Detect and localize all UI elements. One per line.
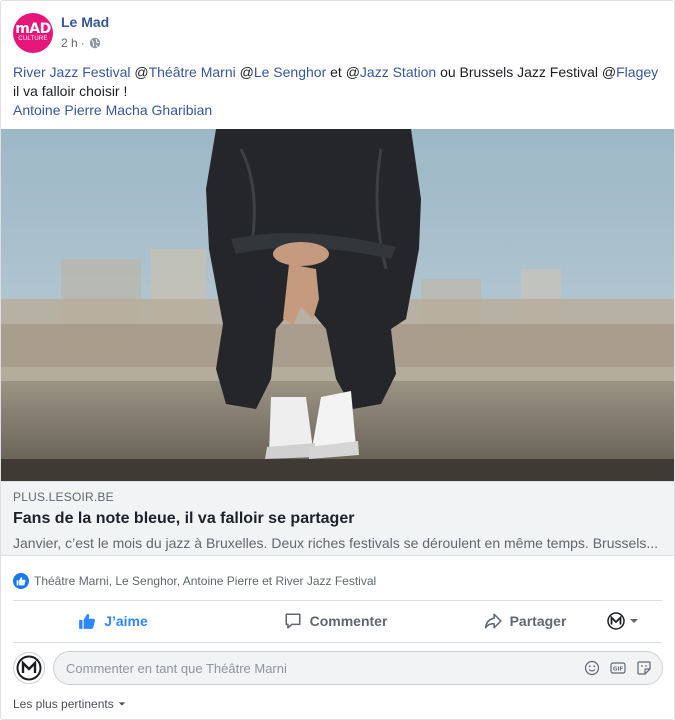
mention-link-flagey[interactable]: Flagey — [616, 64, 658, 80]
meta-separator: · — [80, 36, 85, 50]
text-segment: et @ — [326, 64, 360, 80]
profile-m-icon — [607, 612, 625, 630]
hashtag-link[interactable]: River Jazz Festival — [13, 64, 130, 80]
mention-link-theatre-marni[interactable]: Théâtre Marni — [149, 64, 236, 80]
post-image[interactable] — [1, 129, 674, 481]
commenter-avatar[interactable] — [13, 652, 45, 684]
link-description: Janvier, c’est le mois du jazz à Bruxell… — [13, 535, 659, 551]
post-meta: 2 h · — [61, 35, 109, 51]
share-label: Partager — [509, 613, 567, 629]
reactions-text[interactable]: Théâtre Marni, Le Senghor, Antoine Pierr… — [34, 574, 376, 588]
like-icon — [79, 613, 96, 629]
post-card: mAD CULTURE Le Mad 2 h · River Jazz Fest… — [0, 0, 675, 720]
chevron-down-icon — [630, 619, 638, 623]
post-header: mAD CULTURE Le Mad 2 h · — [13, 13, 109, 55]
link-preview[interactable]: PLUS.LESOIR.BE Fans de la note bleue, il… — [1, 481, 674, 556]
comment-icon — [285, 613, 301, 629]
comment-placeholder: Commenter en tant que Théâtre Marni — [66, 660, 287, 676]
post-photo-illustration — [1, 129, 674, 481]
divider — [13, 600, 662, 601]
gif-icon[interactable]: GIF — [610, 660, 626, 676]
globe-icon[interactable] — [89, 37, 101, 49]
comment-button[interactable]: Commenter — [213, 605, 458, 637]
text-segment: @ — [134, 64, 149, 80]
post-text: River Jazz Festival @Théâtre Marni @Le S… — [13, 63, 663, 120]
page-avatar[interactable]: mAD CULTURE — [13, 13, 53, 53]
mention-link-people[interactable]: Antoine Pierre Macha Gharibian — [13, 101, 663, 120]
svg-text:GIF: GIF — [613, 667, 624, 673]
avatar-logo-text: mAD — [15, 21, 51, 37]
divider — [13, 642, 662, 643]
share-button[interactable]: Partager — [458, 605, 592, 637]
mention-link-jazz-station[interactable]: Jazz Station — [360, 64, 436, 80]
chevron-down-icon — [118, 702, 125, 706]
link-domain: PLUS.LESOIR.BE — [13, 490, 114, 504]
comment-input-icons: GIF — [584, 660, 652, 676]
share-icon — [484, 613, 502, 629]
like-label: J’aime — [104, 613, 148, 629]
comment-input[interactable]: Commenter en tant que Théâtre Marni GIF — [53, 651, 663, 685]
reactions-summary[interactable]: Théâtre Marni, Le Senghor, Antoine Pierr… — [13, 572, 376, 590]
sticker-icon[interactable] — [636, 660, 652, 676]
avatar-logo-subtext: CULTURE — [18, 36, 48, 42]
text-segment: @ — [235, 64, 254, 80]
emoji-icon[interactable] — [584, 660, 600, 676]
comment-label: Commenter — [309, 613, 388, 629]
post-as-selector[interactable] — [592, 605, 662, 637]
page-name[interactable]: Le Mad — [61, 13, 109, 31]
text-segment: ou Brussels Jazz Festival @ — [436, 64, 617, 80]
sort-label: Les plus pertinents — [13, 697, 114, 711]
action-bar: J’aime Commenter Partager — [13, 602, 662, 640]
mention-link-le-senghor[interactable]: Le Senghor — [254, 64, 326, 80]
comment-composer: Commenter en tant que Théâtre Marni GIF — [13, 651, 663, 685]
post-text-line: il va falloir choisir ! — [13, 83, 128, 99]
link-title[interactable]: Fans de la note bleue, il va falloir se … — [13, 509, 664, 529]
like-reaction-icon — [13, 573, 29, 589]
like-button[interactable]: J’aime — [13, 605, 213, 637]
profile-m-icon — [16, 655, 42, 681]
post-timestamp[interactable]: 2 h — [61, 35, 78, 51]
comment-sort-dropdown[interactable]: Les plus pertinents — [13, 697, 126, 711]
